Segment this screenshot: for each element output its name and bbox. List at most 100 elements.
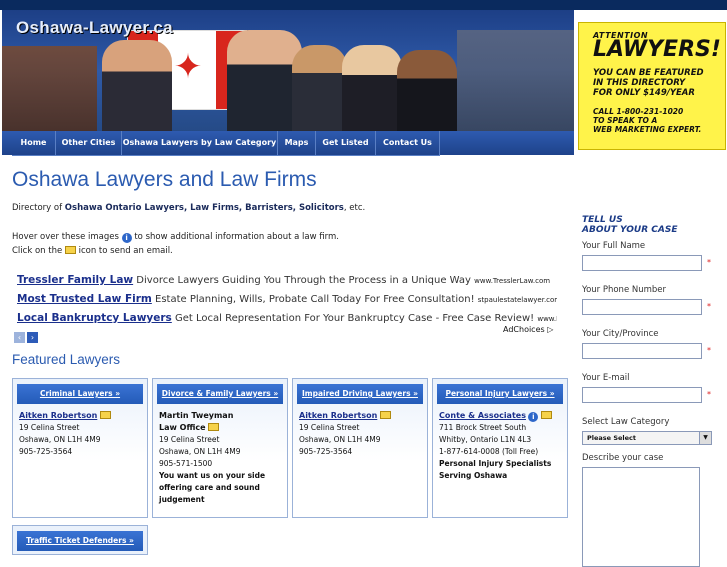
phone-line: 905-571-1500 — [159, 459, 213, 468]
featured-card-criminal: Criminal Lawyers » Aitken Robertson 19 C… — [12, 378, 148, 518]
ad-lawyers: LAWYERS! — [593, 37, 721, 62]
category-link[interactable]: Personal Injury Lawyers » — [437, 384, 563, 404]
click-text-a: Click on the — [12, 246, 63, 256]
lawyer-name-link[interactable]: Conte & Associates — [439, 411, 526, 420]
intro-suffix: , etc. — [343, 203, 366, 213]
nav-other-cities[interactable]: Other Cities — [56, 131, 122, 155]
help-text: Hover over these images i to show additi… — [12, 230, 339, 258]
ad-call-line: WEB MARKETING EXPERT. — [593, 125, 702, 134]
ad-text: Get Local Representation For Your Bankru… — [171, 313, 538, 324]
info-icon: i — [121, 233, 132, 243]
email-icon[interactable] — [99, 411, 111, 419]
person-graphic — [292, 45, 347, 145]
phone-input[interactable]: * — [582, 299, 711, 315]
ad-row: Tressler Family Law Divorce Lawyers Guid… — [17, 271, 557, 290]
featured-card-traffic: Traffic Ticket Defenders » — [12, 525, 148, 555]
nav-law-category[interactable]: Oshawa Lawyers by Law Category — [122, 131, 278, 155]
person-graphic — [342, 45, 402, 145]
category-link[interactable]: Impaired Driving Lawyers » — [297, 384, 423, 404]
hover-text-a: Hover over these images — [12, 232, 119, 242]
featured-card-injury: Personal Injury Lawyers » Conte & Associ… — [432, 378, 568, 518]
top-strip — [0, 0, 727, 10]
info-icon[interactable]: i — [528, 412, 539, 422]
chevron-right-icon[interactable]: › — [27, 332, 38, 343]
ad-line: IN THIS DIRECTORY — [593, 78, 686, 88]
email-input[interactable]: * — [582, 387, 711, 403]
advertise-banner[interactable]: ATTENTION LAWYERS! YOU CAN BE FEATURED I… — [578, 22, 726, 150]
nav-get-listed[interactable]: Get Listed — [316, 131, 376, 155]
ad-title-link[interactable]: Most Trusted Law Firm — [17, 293, 152, 305]
form-title-line: TELL US — [582, 215, 623, 225]
nav-contact-us[interactable]: Contact Us — [376, 131, 440, 155]
intro-bold: Oshawa Ontario Lawyers, Law Firms, Barri… — [64, 203, 344, 213]
address-line: 19 Celina Street — [159, 435, 220, 444]
address-line: Oshawa, ON L1H 4M9 — [159, 447, 241, 456]
describe-textarea[interactable] — [582, 467, 700, 567]
category-select[interactable]: Please Select ▼ — [582, 431, 712, 445]
category-link[interactable]: Criminal Lawyers » — [17, 384, 143, 404]
email-icon[interactable] — [207, 423, 219, 431]
nav-divider — [12, 155, 440, 156]
adchoices-label: AdChoices — [503, 325, 545, 334]
tagline-line: Personal Injury Specialists — [439, 459, 552, 468]
category-link[interactable]: Divorce & Family Lawyers » — [157, 384, 283, 404]
lawyer-name-link[interactable]: Aitken Robertson — [299, 411, 377, 420]
address-line: Oshawa, ON L1H 4M9 — [299, 435, 381, 444]
nav-home[interactable]: Home — [12, 131, 56, 155]
category-label: Select Law Category — [582, 417, 670, 427]
ad-title-link[interactable]: Local Bankruptcy Lawyers — [17, 312, 172, 324]
chevron-down-icon[interactable]: ▼ — [699, 432, 711, 444]
required-mark: * — [707, 258, 711, 267]
phone-line: 905-725-3564 — [19, 447, 73, 456]
tagline-line: You want us on your side — [159, 471, 266, 480]
person-graphic — [102, 40, 172, 145]
featured-heading: Featured Lawyers — [12, 352, 121, 367]
email-icon — [64, 246, 76, 254]
ad-url[interactable]: www.Bankr... — [537, 315, 557, 323]
ad-pager: ‹ › — [14, 325, 40, 344]
ad-url[interactable]: www.TresslerLaw.com — [474, 277, 550, 285]
hover-text-b: to show additional information about a l… — [134, 232, 339, 242]
address-line: 711 Brock Street South — [439, 423, 527, 432]
ad-call-line: CALL 1-800-231-1020 — [593, 107, 684, 116]
required-mark: * — [707, 302, 711, 311]
email-icon[interactable] — [540, 411, 552, 419]
lawyer-name-link[interactable]: Aitken Robertson — [19, 411, 97, 420]
featured-card-impaired: Impaired Driving Lawyers » Aitken Robert… — [292, 378, 428, 518]
nav-maps[interactable]: Maps — [278, 131, 316, 155]
click-text-b: icon to send an email. — [78, 246, 173, 256]
building-right-graphic — [457, 30, 574, 145]
required-mark: * — [707, 346, 711, 355]
lawyer-name: Martin Tweyman — [159, 411, 234, 420]
email-icon[interactable] — [379, 411, 391, 419]
address-line: Whitby, Ontario L1N 4L3 — [439, 435, 532, 444]
featured-card-divorce: Divorce & Family Lawyers » Martin Tweyma… — [152, 378, 288, 518]
phone-line: 905-725-3564 — [299, 447, 353, 456]
intro-text: Directory of Oshawa Ontario Lawyers, Law… — [12, 203, 365, 213]
ad-url[interactable]: stpaulestatelawyer.com/ — [478, 296, 557, 304]
site-logo[interactable]: Oshawa-Lawyer.ca — [16, 18, 173, 38]
main-nav: Home Other Cities Oshawa Lawyers by Law … — [2, 131, 574, 155]
city-input[interactable]: * — [582, 343, 711, 359]
maple-leaf-icon: ✦ — [173, 47, 203, 87]
case-form: TELL US ABOUT YOUR CASE Your Full Name *… — [582, 215, 722, 567]
describe-label: Describe your case — [582, 453, 664, 463]
form-title: TELL US ABOUT YOUR CASE — [582, 215, 722, 235]
adchoices-link[interactable]: AdChoices ▷ — [503, 325, 553, 334]
category-selected: Please Select — [587, 434, 637, 442]
ad-line: YOU CAN BE FEATURED — [593, 68, 704, 78]
ad-links: Tressler Family Law Divorce Lawyers Guid… — [17, 271, 557, 328]
address-line: Oshawa, ON L1H 4M9 — [19, 435, 101, 444]
banner-image: ✦ Oshawa-Lawyer.ca — [2, 10, 574, 145]
chevron-left-icon[interactable]: ‹ — [14, 332, 25, 343]
person-graphic — [227, 30, 302, 145]
ad-title-link[interactable]: Tressler Family Law — [17, 274, 133, 286]
ad-row: Local Bankruptcy Lawyers Get Local Repre… — [17, 309, 557, 328]
address-line: 19 Celina Street — [19, 423, 80, 432]
ad-text: Estate Planning, Wills, Probate Call Tod… — [151, 294, 478, 305]
full-name-input[interactable]: * — [582, 255, 711, 271]
building-left-graphic — [2, 46, 97, 141]
phone-line: 1-877-614-0008 (Toll Free) — [439, 447, 539, 456]
tagline-line: judgement — [159, 495, 205, 504]
category-link[interactable]: Traffic Ticket Defenders » — [17, 531, 143, 551]
